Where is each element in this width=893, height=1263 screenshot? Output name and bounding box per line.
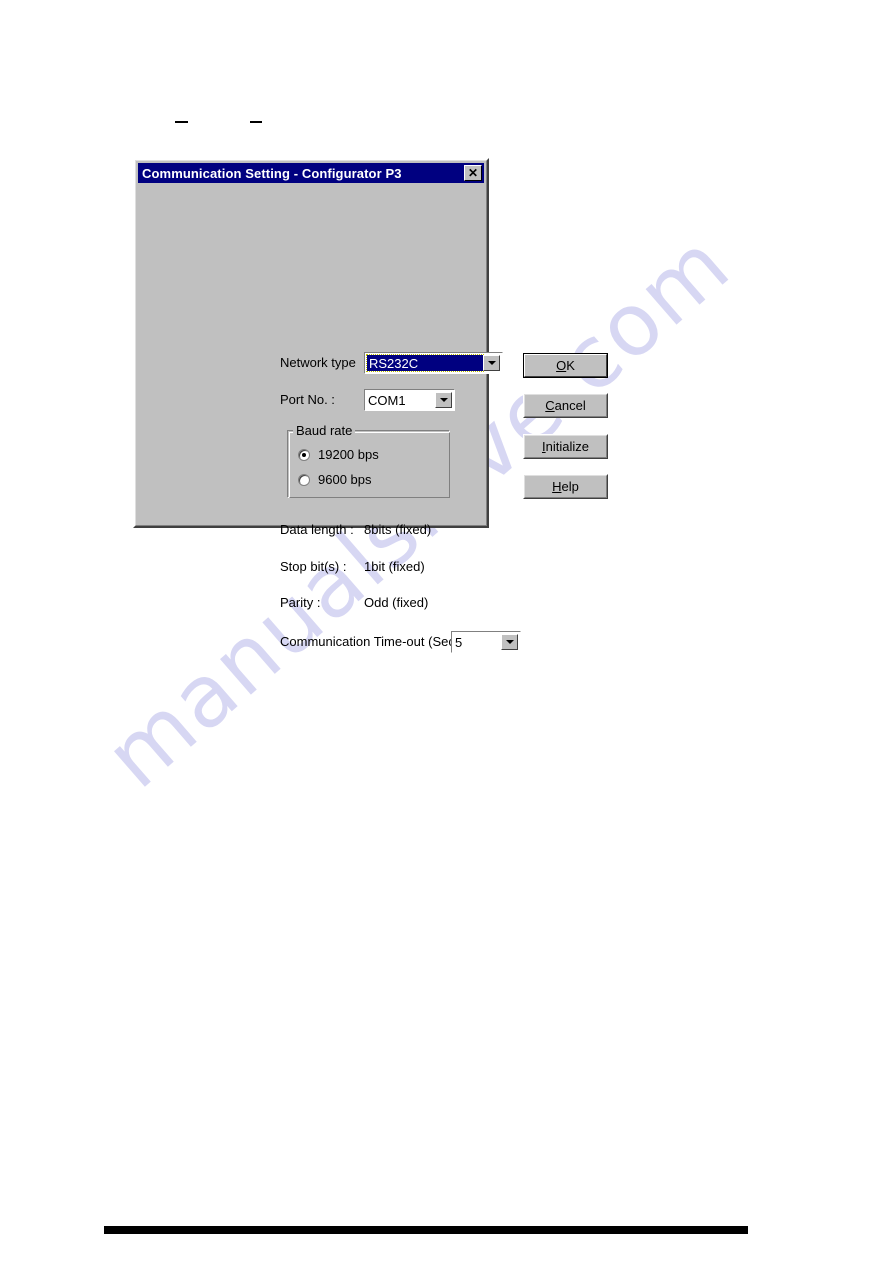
cancel-button[interactable]: Cancel (523, 393, 608, 418)
data-length-label: Data length : (280, 522, 354, 537)
baud-rate-legend: Baud rate (293, 423, 356, 438)
parity-label: Parity : (280, 595, 321, 610)
radio-selected-icon (298, 448, 310, 461)
parity-value: Odd (fixed) (364, 595, 429, 610)
close-glyph: ✕ (467, 166, 479, 180)
help-button-face: Help (524, 475, 607, 498)
stop-bits-label: Stop bit(s) : (280, 559, 347, 574)
radio-unselected-icon (298, 473, 310, 486)
port-no-label: Port No. : (280, 392, 335, 407)
chevron-down-icon[interactable] (435, 392, 452, 408)
chevron-down-icon[interactable] (501, 634, 518, 650)
chevron-down-icon[interactable] (483, 355, 500, 371)
communication-timeout-value: 5 (455, 634, 463, 650)
help-button-text-after: elp (561, 479, 579, 494)
initialize-button-text-after: nitialize (545, 439, 589, 454)
ok-button-face: OK (524, 354, 607, 377)
cancel-button-face: Cancel (524, 394, 607, 417)
radio-baud-9600[interactable]: 9600 bps (298, 472, 372, 487)
scan-artifact-dash-left (175, 121, 188, 123)
scan-artifact-dash-right (250, 121, 262, 123)
network-type-label: Network type (280, 355, 356, 370)
port-no-combobox[interactable]: COM1 (364, 389, 455, 411)
help-button[interactable]: Help (523, 474, 608, 499)
port-no-value: COM1 (368, 392, 406, 408)
radio-baud-19200-label: 19200 bps (318, 447, 379, 462)
ok-button-mnemonic: O (556, 358, 567, 373)
footer-rule (104, 1226, 748, 1234)
dialog-titlebar[interactable]: Communication Setting - Configurator P3 … (138, 163, 484, 183)
network-type-combobox[interactable]: RS232C (364, 352, 503, 374)
dialog-title: Communication Setting - Configurator P3 (142, 165, 402, 181)
communication-timeout-combobox[interactable]: 5 (451, 631, 521, 653)
radio-baud-19200[interactable]: 19200 bps (298, 447, 379, 462)
ok-button[interactable]: OK (523, 353, 608, 378)
communication-timeout-label: Communication Time-out (Sec) : (280, 634, 467, 649)
communication-setting-dialog: Communication Setting - Configurator P3 … (133, 158, 608, 653)
close-icon[interactable]: ✕ (464, 165, 482, 181)
ok-button-text-after: K (566, 358, 575, 373)
cancel-button-text-after: ancel (554, 398, 586, 413)
help-button-mnemonic: H (552, 479, 562, 494)
data-length-value: 8bits (fixed) (364, 522, 432, 537)
baud-rate-groupbox (287, 430, 450, 498)
cancel-button-mnemonic: C (545, 398, 555, 413)
initialize-button-face: Initialize (524, 435, 607, 458)
stop-bits-value: 1bit (fixed) (364, 559, 425, 574)
initialize-button[interactable]: Initialize (523, 434, 608, 459)
radio-baud-9600-label: 9600 bps (318, 472, 372, 487)
network-type-value: RS232C (366, 354, 484, 372)
